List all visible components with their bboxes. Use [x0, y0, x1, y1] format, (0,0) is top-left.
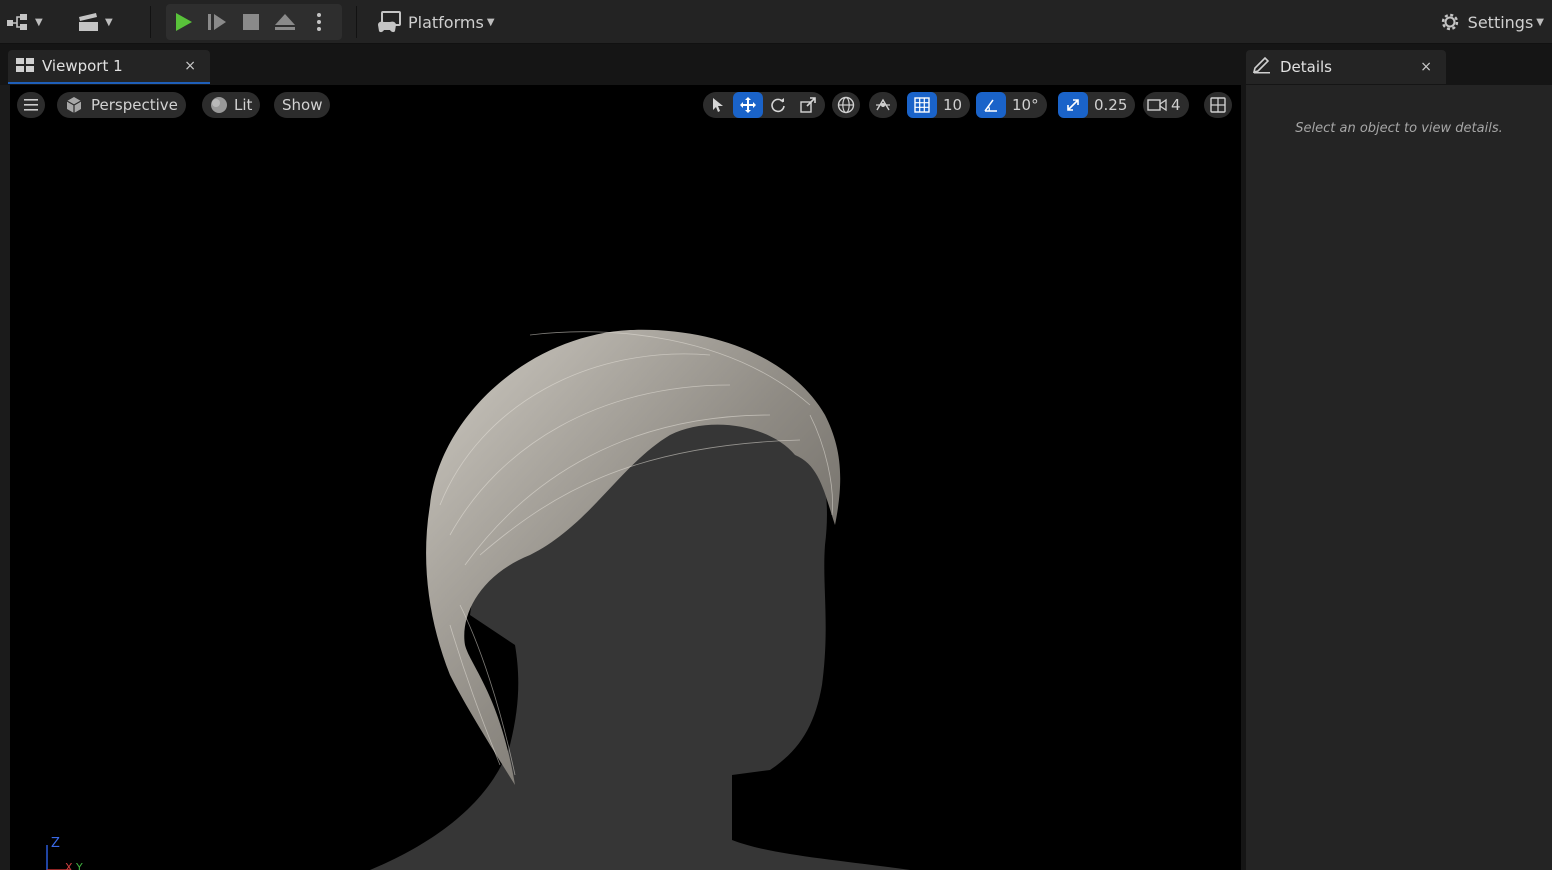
scale-tool-icon[interactable]: [793, 92, 823, 118]
grid-snap-value: 10: [943, 96, 963, 114]
details-pencil-icon: [1252, 56, 1272, 78]
platforms-icon: [376, 5, 402, 39]
eject-icon[interactable]: [268, 5, 302, 39]
chevron-down-icon: ▼: [105, 16, 113, 28]
surface-snap-icon: [876, 98, 890, 111]
camera-speed-value: 4: [1171, 96, 1181, 114]
settings-label: Settings: [1467, 12, 1534, 32]
tab-viewport[interactable]: Viewport 1 ×: [8, 50, 210, 84]
select-tool-icon[interactable]: [703, 92, 733, 118]
grid-snap-icon: [907, 92, 937, 118]
axis-z-label: Z: [51, 836, 60, 851]
show-label: Show: [282, 96, 323, 114]
camera-speed-group[interactable]: 4: [1143, 92, 1189, 118]
camera-icon: [1143, 92, 1171, 118]
grid-snap-group[interactable]: 10: [907, 92, 971, 118]
main-toolbar: ▼ ▼ Platforms ▼ Settings ▼: [0, 0, 1552, 44]
details-empty-hint: Select an object to view details.: [1295, 121, 1503, 136]
show-dropdown[interactable]: Show: [274, 92, 331, 118]
tab-details[interactable]: Details ×: [1246, 50, 1446, 84]
tab-viewport-label: Viewport 1: [42, 57, 123, 75]
scale-snap-icon: [1058, 92, 1088, 118]
toolbar-divider: [356, 6, 357, 38]
lit-dropdown[interactable]: Lit: [202, 92, 261, 118]
close-icon[interactable]: ×: [184, 58, 196, 74]
cinematics-dropdown[interactable]: ▼: [76, 4, 113, 40]
more-options-icon[interactable]: [302, 5, 336, 39]
transform-tools: [703, 92, 825, 118]
close-icon[interactable]: ×: [1420, 59, 1432, 75]
left-edge-strip: [0, 85, 10, 870]
modes-dropdown[interactable]: ▼: [6, 4, 43, 40]
stop-icon[interactable]: [234, 5, 268, 39]
layout-grid-icon: [1210, 97, 1226, 113]
translate-tool-icon[interactable]: [733, 92, 763, 118]
rotation-snap-group[interactable]: 10°: [976, 92, 1047, 118]
platforms-dropdown[interactable]: Platforms ▼: [376, 4, 495, 40]
globe-icon: [837, 96, 855, 114]
play-controls: [166, 4, 342, 40]
lit-sphere-icon: [211, 97, 227, 113]
details-panel: Select an object to view details.: [1246, 85, 1552, 870]
platforms-label: Platforms: [408, 12, 484, 32]
world-local-toggle[interactable]: [832, 92, 860, 118]
chevron-down-icon: ▼: [486, 16, 495, 28]
hamburger-menu-icon: [24, 99, 38, 111]
scale-snap-group[interactable]: 0.25: [1058, 92, 1136, 118]
viewport-menu-button[interactable]: [17, 92, 45, 118]
settings-dropdown[interactable]: Settings ▼: [1438, 4, 1544, 40]
cinematics-icon: [76, 5, 102, 39]
perspective-dropdown[interactable]: Perspective: [57, 92, 186, 118]
level-viewport[interactable]: Z X Y Perspective Lit Show 10 10° 0.25 4: [10, 85, 1241, 870]
tab-bar: Viewport 1 × Details ×: [0, 45, 1552, 85]
scene-render: Z X Y: [46, 329, 910, 870]
perspective-label: Perspective: [91, 96, 178, 114]
scale-snap-value: 0.25: [1094, 96, 1128, 114]
viewport-layout-button[interactable]: [1204, 92, 1232, 118]
chevron-down-icon: ▼: [1536, 16, 1544, 28]
lit-label: Lit: [234, 96, 253, 114]
cube-icon: [66, 97, 82, 113]
chevron-down-icon: ▼: [35, 16, 43, 28]
rotation-snap-value: 10°: [1012, 96, 1039, 114]
play-icon[interactable]: [166, 5, 200, 39]
rotation-snap-icon: [976, 92, 1006, 118]
rotate-tool-icon[interactable]: [763, 92, 793, 118]
advance-frame-icon[interactable]: [200, 5, 234, 39]
viewport-layout-icon: [16, 57, 34, 76]
settings-gear-icon: [1438, 5, 1462, 39]
toolbar-divider: [150, 6, 151, 38]
tab-details-label: Details: [1280, 58, 1333, 76]
modes-icon: [6, 5, 32, 39]
axis-x-label: X: [65, 861, 73, 870]
surface-snapping-toggle[interactable]: [869, 92, 897, 118]
axis-y-label: Y: [75, 861, 83, 870]
